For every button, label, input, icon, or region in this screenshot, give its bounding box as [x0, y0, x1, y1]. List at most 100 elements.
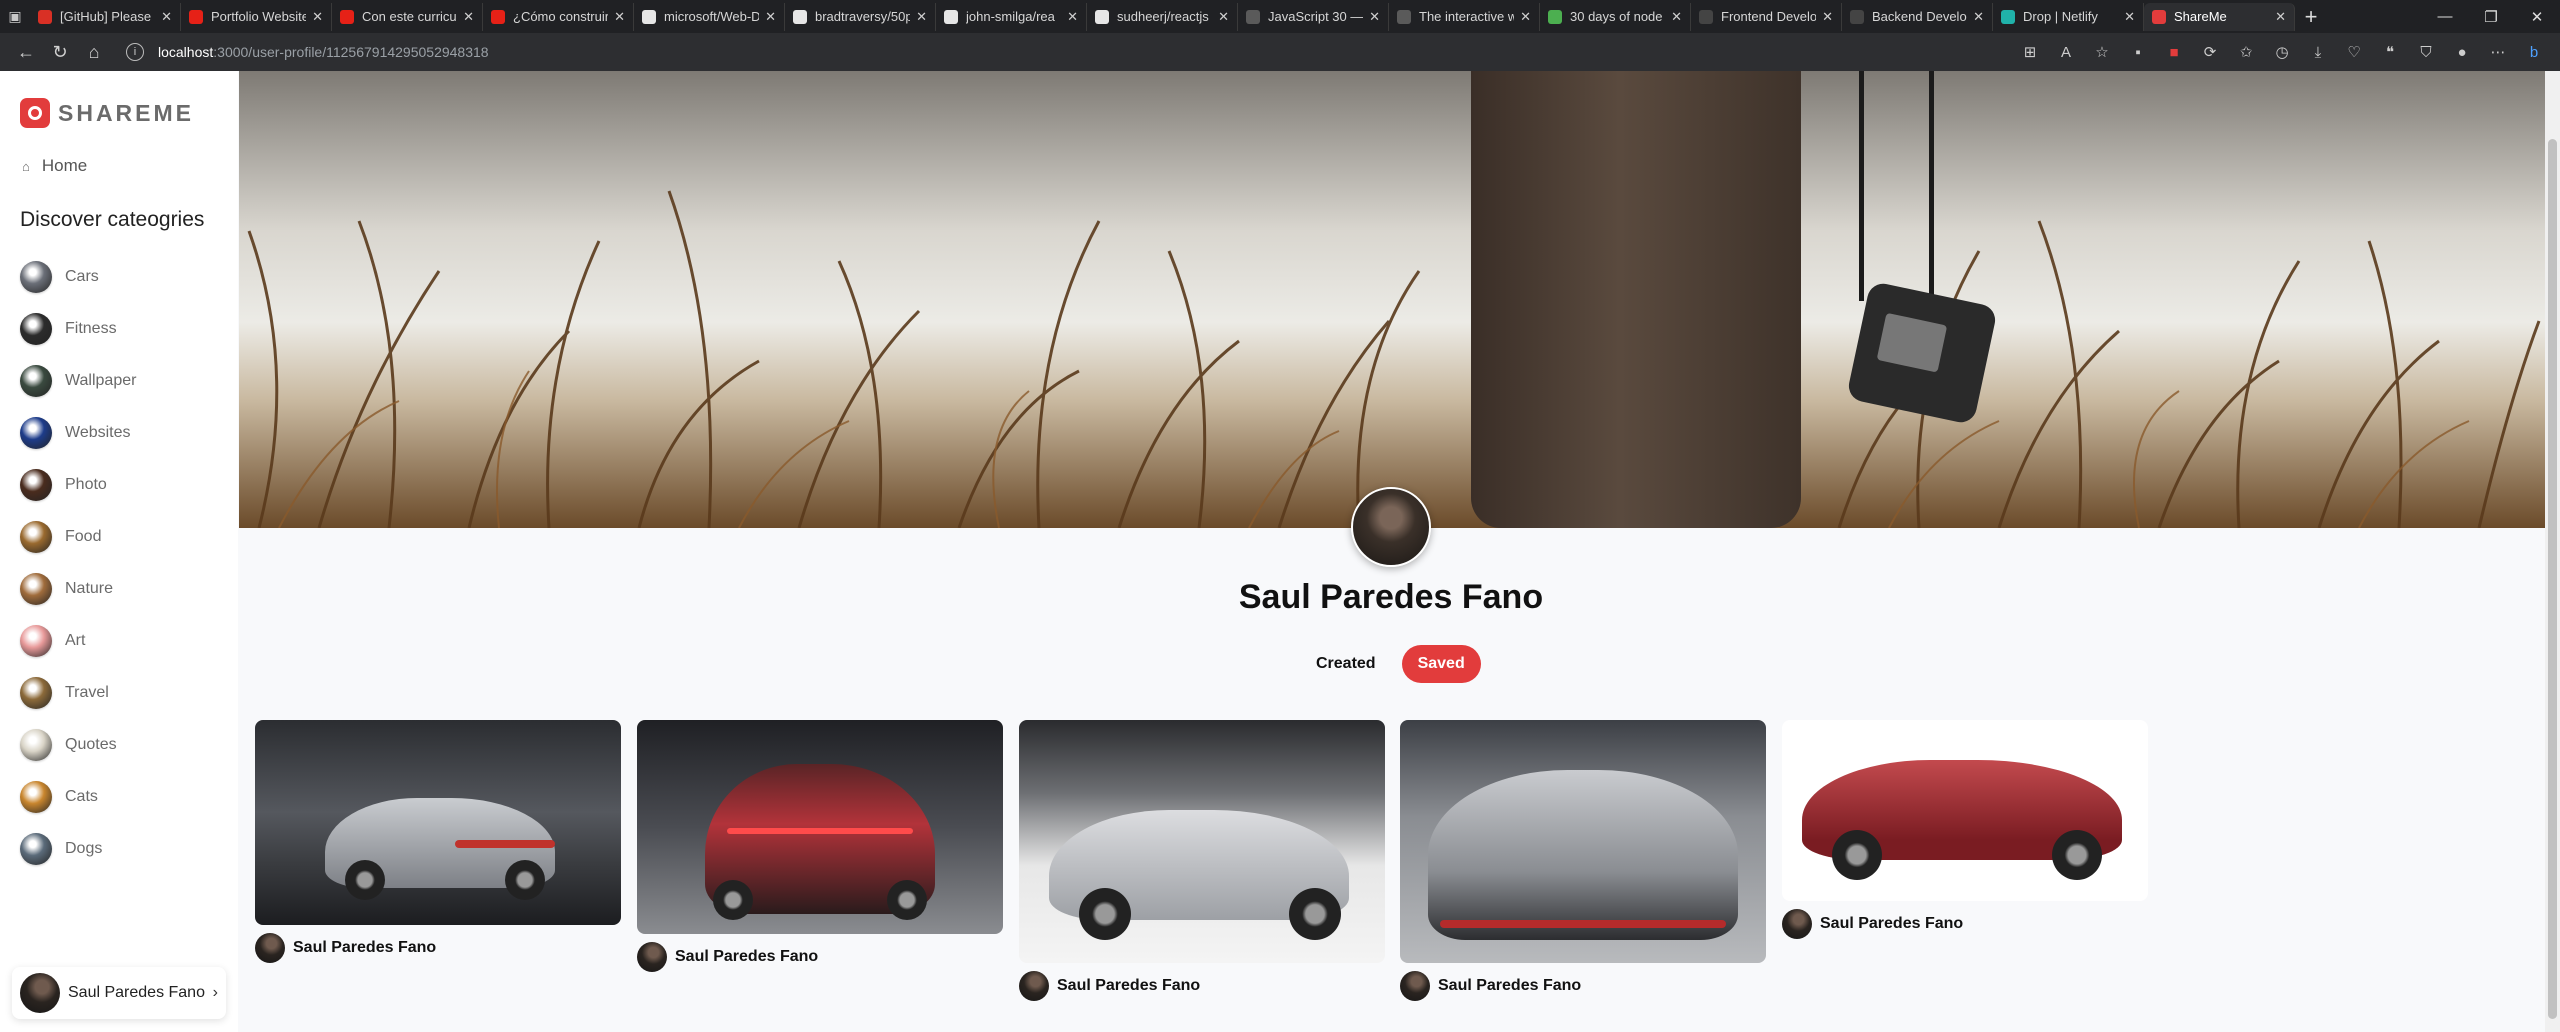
pin-image-silver-porsche-918[interactable]: [1019, 720, 1385, 963]
favorite-star-icon[interactable]: ☆: [2086, 36, 2118, 68]
url-field[interactable]: i localhost:3000/user-profile/1125679142…: [126, 37, 1826, 67]
browser-tab[interactable]: Drop | Netlify ✕: [1993, 2, 2144, 31]
browser-tab[interactable]: Frontend Develo ✕: [1691, 2, 1842, 31]
extensions-icon[interactable]: ⟳: [2194, 36, 2226, 68]
browser-tab-title: microsoft/Web-D: [664, 9, 760, 24]
pin-author[interactable]: Saul Paredes Fano: [255, 933, 621, 963]
category-item-travel[interactable]: Travel: [20, 667, 136, 719]
close-tab-icon[interactable]: ✕: [916, 9, 927, 25]
scrollbar-thumb[interactable]: [2548, 139, 2557, 1019]
profile-name: Saul Paredes Fano: [1238, 578, 1544, 616]
site-info-icon[interactable]: i: [126, 43, 144, 61]
extension-icon[interactable]: ▪: [2122, 36, 2154, 68]
browser-tab[interactable]: 30 days of node ✕: [1540, 2, 1691, 31]
close-tab-icon[interactable]: ✕: [765, 9, 776, 25]
category-item-wallpaper[interactable]: Wallpaper: [20, 355, 136, 407]
app-available-icon[interactable]: ⊞: [2014, 36, 2046, 68]
minimize-icon[interactable]: —: [2422, 0, 2468, 33]
category-item-cars[interactable]: Cars: [20, 251, 136, 303]
browser-tab[interactable]: Backend Develop ✕: [1842, 2, 1993, 31]
pin-author[interactable]: Saul Paredes Fano: [1782, 909, 2148, 939]
pin-author[interactable]: Saul Paredes Fano: [1019, 971, 1385, 1001]
extension-red-icon[interactable]: ■: [2158, 36, 2190, 68]
history-icon[interactable]: ◷: [2266, 36, 2298, 68]
close-tab-icon[interactable]: ✕: [312, 9, 323, 25]
pin-card[interactable]: Saul Paredes Fano: [637, 720, 1003, 972]
new-tab-button[interactable]: +: [2295, 3, 2327, 31]
close-icon[interactable]: ✕: [2514, 0, 2560, 33]
browser-tab-strip: ▣ [GitHub] Please ✕ Portfolio Website ✕ Con …: [0, 0, 2560, 33]
restore-icon[interactable]: ❐: [2468, 0, 2514, 33]
category-item-nature[interactable]: Nature: [20, 563, 136, 615]
category-item-food[interactable]: Food: [20, 511, 136, 563]
pin-image-silver-lamborghini-veneno[interactable]: [1400, 720, 1766, 963]
performance-icon[interactable]: ♡: [2338, 36, 2370, 68]
close-tab-icon[interactable]: ✕: [1822, 9, 1833, 25]
pin-image-red-ferrari-rear[interactable]: [637, 720, 1003, 934]
browser-tab[interactable]: The interactive w ✕: [1389, 2, 1540, 31]
browser-tab[interactable]: bradtraversy/50p ✕: [785, 2, 936, 31]
close-tab-icon[interactable]: ✕: [2124, 9, 2135, 25]
browser-tab[interactable]: ShareMe ✕: [2144, 2, 2295, 31]
category-item-art[interactable]: Art: [20, 615, 136, 667]
chevron-right-icon: ›: [212, 984, 218, 1001]
refresh-icon[interactable]: ↻: [44, 36, 76, 68]
more-icon[interactable]: ⋯: [2482, 36, 2514, 68]
page-scrollbar[interactable]: [2545, 71, 2560, 1032]
browser-tab[interactable]: ¿Cómo construir ✕: [483, 2, 634, 31]
browser-tab[interactable]: Portfolio Website ✕: [181, 2, 332, 31]
back-icon[interactable]: ←: [10, 36, 42, 68]
home-icon[interactable]: ⌂: [78, 36, 110, 68]
close-tab-icon[interactable]: ✕: [1369, 9, 1380, 25]
downloads-icon[interactable]: ⤓: [2302, 36, 2334, 68]
browser-tab[interactable]: [GitHub] Please ✕: [30, 2, 181, 31]
close-tab-icon[interactable]: ✕: [1520, 9, 1531, 25]
category-item-websites[interactable]: Websites: [20, 407, 136, 459]
shareme-logo[interactable]: SHAREME: [20, 98, 194, 128]
youtube-icon: [491, 9, 505, 24]
categories-heading: Discover cateogries: [20, 208, 205, 231]
home-link[interactable]: ⌂ Home: [22, 156, 87, 176]
browser-tab[interactable]: john-smilga/rea ✕: [936, 2, 1087, 31]
tab-actions-icon[interactable]: ▣: [0, 0, 30, 33]
pin-image-silver-porsche-911[interactable]: [255, 720, 621, 925]
close-tab-icon[interactable]: ✕: [614, 9, 625, 25]
browser-essentials-icon[interactable]: ⛉: [2410, 36, 2442, 68]
copilot-icon[interactable]: b: [2518, 36, 2550, 68]
browser-tab[interactable]: microsoft/Web-D ✕: [634, 2, 785, 31]
pin-author[interactable]: Saul Paredes Fano: [637, 942, 1003, 972]
pin-card[interactable]: Saul Paredes Fano: [1019, 720, 1385, 1001]
category-item-fitness[interactable]: Fitness: [20, 303, 136, 355]
pin-card[interactable]: Saul Paredes Fano: [1400, 720, 1766, 1001]
close-tab-icon[interactable]: ✕: [463, 9, 474, 25]
roadmap-icon: [1699, 9, 1713, 24]
pin-author[interactable]: Saul Paredes Fano: [1400, 971, 1766, 1001]
browser-tab[interactable]: JavaScript 30 — ✕: [1238, 2, 1389, 31]
browser-tab[interactable]: Con este curriculu ✕: [332, 2, 483, 31]
camera-logo-icon: [20, 98, 50, 128]
pin-card[interactable]: Saul Paredes Fano: [255, 720, 621, 963]
profile-icon[interactable]: ●: [2446, 36, 2478, 68]
browser-tab[interactable]: sudheerj/reactjs ✕: [1087, 2, 1238, 31]
close-tab-icon[interactable]: ✕: [161, 9, 172, 25]
tab-saved[interactable]: Saved: [1401, 645, 1481, 683]
category-item-photo[interactable]: Photo: [20, 459, 136, 511]
close-tab-icon[interactable]: ✕: [2275, 9, 2286, 25]
sidebar-user-profile-link[interactable]: Saul Paredes Fano ›: [12, 967, 226, 1019]
read-aloud-icon[interactable]: A: [2050, 36, 2082, 68]
browser-tab-title: The interactive w: [1419, 9, 1515, 24]
pin-image-red-ferrari-roma[interactable]: [1782, 720, 2148, 901]
quote-icon[interactable]: ❝: [2374, 36, 2406, 68]
close-tab-icon[interactable]: ✕: [1218, 9, 1229, 25]
tab-created[interactable]: Created: [1300, 645, 1392, 683]
close-tab-icon[interactable]: ✕: [1067, 9, 1078, 25]
category-item-cats[interactable]: Cats: [20, 771, 136, 823]
pin-card[interactable]: Saul Paredes Fano: [1782, 720, 2148, 939]
close-tab-icon[interactable]: ✕: [1973, 9, 1984, 25]
category-item-quotes[interactable]: Quotes: [20, 719, 136, 771]
category-item-dogs[interactable]: Dogs: [20, 823, 136, 875]
gmail-icon: [38, 9, 52, 24]
logo-text: SHAREME: [58, 99, 195, 126]
favorites-icon[interactable]: ✩: [2230, 36, 2262, 68]
close-tab-icon[interactable]: ✕: [1671, 9, 1682, 25]
